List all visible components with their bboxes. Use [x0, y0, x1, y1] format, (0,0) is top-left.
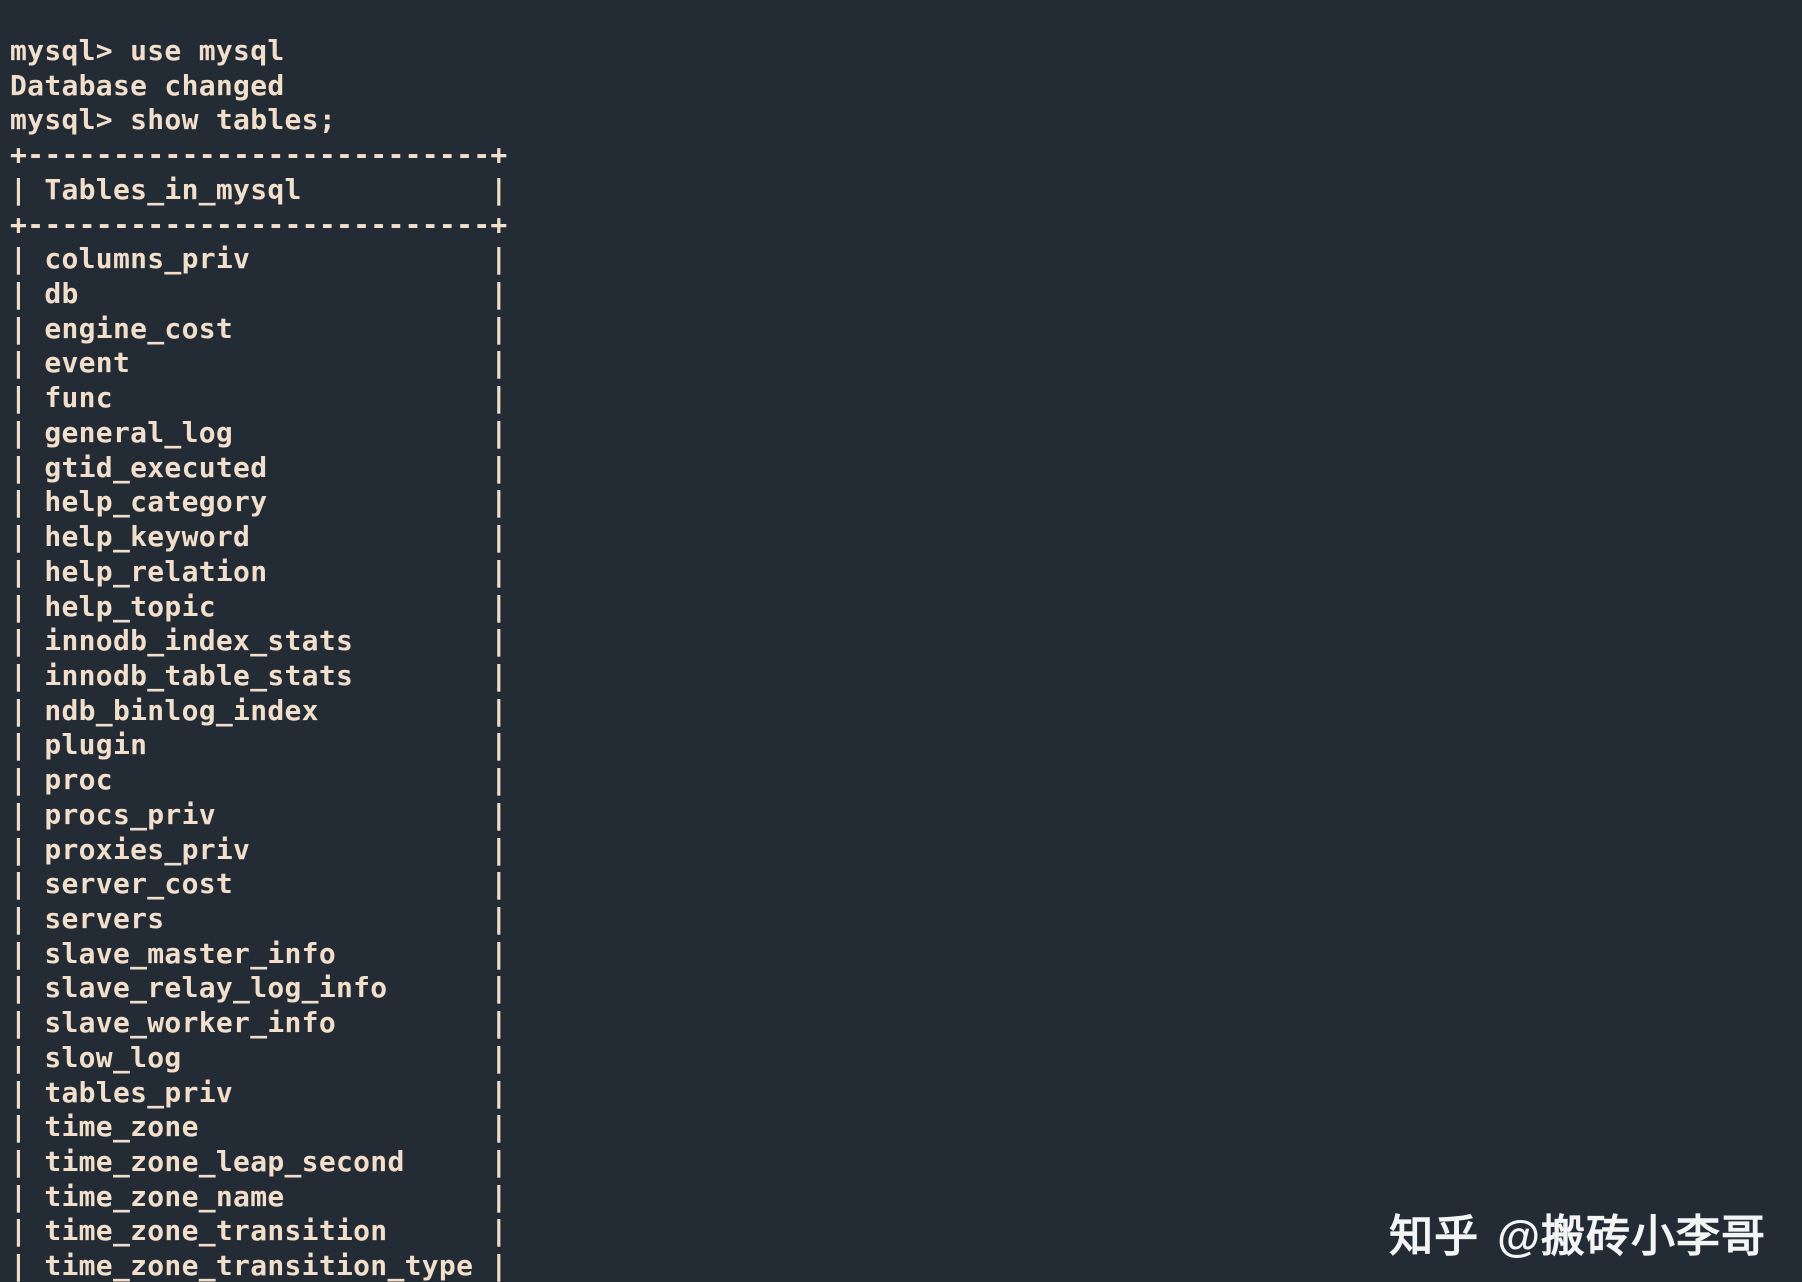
terminal-output: mysql> use mysql Database changed mysql>…: [0, 28, 1802, 1282]
watermark-handle: @搬砖小李哥: [1497, 1200, 1766, 1264]
zhihu-logo: 知乎: [1389, 1200, 1479, 1264]
watermark: 知乎 @搬砖小李哥: [1389, 1200, 1766, 1264]
